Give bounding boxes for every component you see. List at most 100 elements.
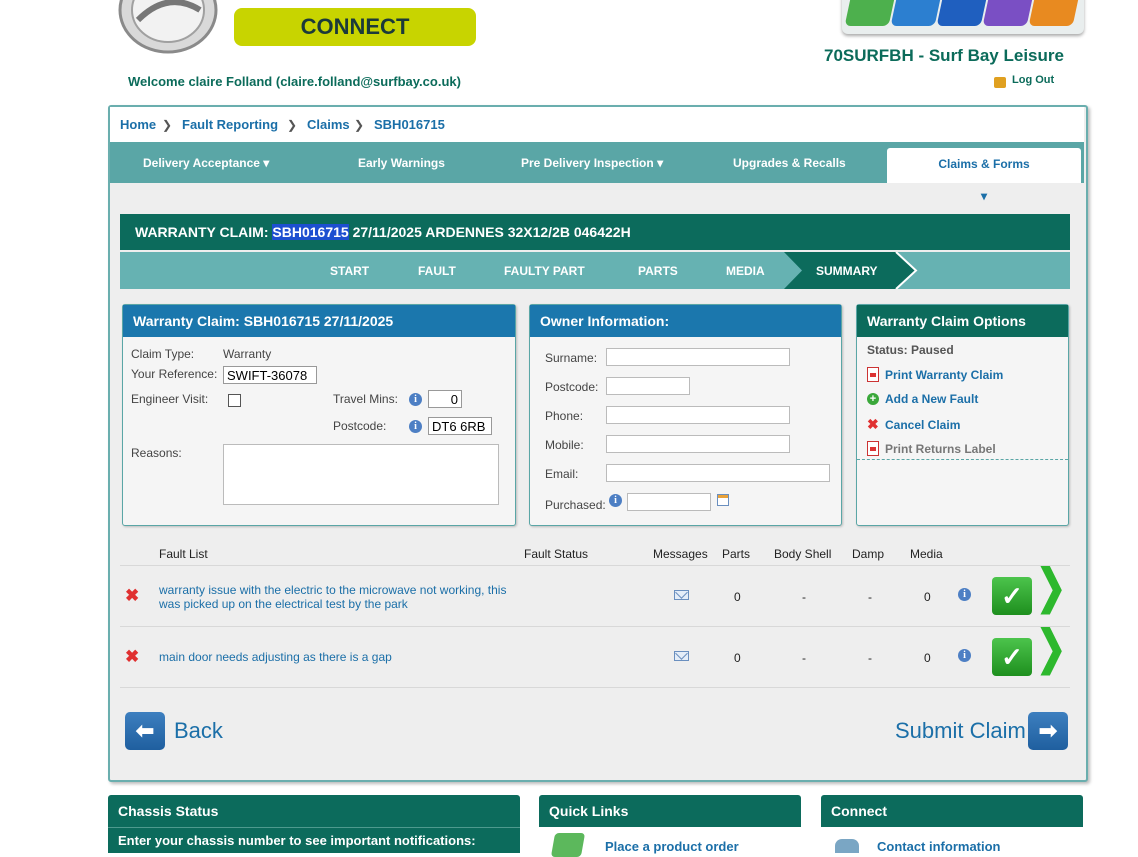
approve-check-button[interactable]: ✓: [992, 638, 1032, 676]
parts-header: Parts: [722, 547, 751, 561]
mail-icon[interactable]: [674, 590, 689, 600]
parts-count: 0: [734, 590, 741, 604]
damp-value: -: [868, 590, 872, 604]
logout-label: Log Out: [1012, 74, 1055, 86]
info-icon[interactable]: i: [609, 494, 622, 507]
breadcrumb-claim-number[interactable]: SBH016715: [374, 117, 445, 132]
surname-label: Surname:: [545, 351, 598, 365]
dealer-name: 70SURFBH - Surf Bay Leisure: [824, 46, 1064, 65]
caret-down-icon: ▾: [657, 156, 664, 170]
nav-upgrades-recalls[interactable]: Upgrades & Recalls: [733, 156, 846, 170]
submit-claim-button[interactable]: Submit Claim: [895, 718, 1026, 744]
reference-input[interactable]: [223, 366, 317, 384]
contact-info-item[interactable]: Contact information: [821, 827, 1083, 857]
travel-mins-input[interactable]: [428, 390, 462, 408]
phone-input[interactable]: [606, 406, 790, 424]
table-row: ✖ warranty issue with the electric to th…: [120, 560, 1070, 627]
caravan-icon[interactable]: [844, 0, 896, 26]
breadcrumb-claims[interactable]: Claims: [307, 117, 350, 132]
truck-icon[interactable]: [936, 0, 988, 26]
options-panel: Warranty Claim Options Status: Paused Pr…: [856, 304, 1069, 526]
nav-pre-delivery-inspection[interactable]: Pre Delivery Inspection ▾: [521, 156, 663, 170]
quick-link-item[interactable]: Place a product order: [539, 827, 801, 857]
contact-info-label: Contact information: [877, 839, 1001, 854]
breadcrumb-home[interactable]: Home: [120, 117, 156, 132]
tools-icon[interactable]: [1028, 0, 1080, 26]
chevron-right-icon[interactable]: ❯: [1036, 560, 1066, 615]
claim-number: SBH016715: [272, 224, 349, 240]
delete-icon[interactable]: ✖: [125, 647, 139, 667]
welcome-text: Welcome claire Folland (claire.folland@s…: [128, 74, 461, 89]
options-panel-title: Warranty Claim Options: [857, 305, 1068, 337]
close-icon: ✖: [867, 416, 879, 432]
step-parts[interactable]: PARTS: [638, 264, 678, 278]
breadcrumb: Home ❯ Fault Reporting ❯ Claims ❯ SBH016…: [110, 107, 1084, 142]
back-arrow-icon[interactable]: ⬅: [125, 712, 165, 750]
calendar-icon[interactable]: [717, 494, 729, 506]
back-button[interactable]: Back: [174, 718, 223, 744]
surname-input[interactable]: [606, 348, 790, 366]
nav-claims-forms[interactable]: Claims & Forms ▾: [887, 148, 1081, 203]
info-icon[interactable]: i: [409, 393, 422, 406]
chevron-right-icon[interactable]: ❯: [1036, 621, 1066, 676]
add-new-fault-link[interactable]: + Add a New Fault: [867, 392, 978, 406]
option-label: Cancel Claim: [885, 417, 961, 432]
step-faulty-part[interactable]: FAULTY PART: [504, 264, 585, 278]
claim-status: Status: Paused: [867, 343, 954, 357]
approve-check-button[interactable]: ✓: [992, 577, 1032, 615]
engineer-visit-checkbox[interactable]: [228, 394, 241, 407]
media-count: 0: [924, 590, 931, 604]
fault-description-link[interactable]: main door needs adjusting as there is a …: [159, 650, 519, 664]
engineer-postcode-input[interactable]: [428, 417, 492, 435]
connect-panel: Connect Contact information: [821, 795, 1083, 857]
step-fault[interactable]: FAULT: [418, 264, 456, 278]
reasons-textarea[interactable]: [223, 444, 499, 505]
nav-early-warnings[interactable]: Early Warnings: [358, 156, 445, 170]
info-icon[interactable]: i: [958, 588, 971, 601]
submit-arrow-icon[interactable]: ➡: [1028, 712, 1068, 750]
print-returns-label-link[interactable]: Print Returns Label: [867, 441, 996, 456]
step-media[interactable]: MEDIA: [726, 264, 765, 278]
connect-brand: CONNECT: [234, 8, 476, 46]
logout-link[interactable]: Log Out: [994, 74, 1055, 88]
caret-down-icon: ▾: [263, 156, 270, 170]
owner-postcode-input[interactable]: [606, 377, 690, 395]
van-icon[interactable]: [890, 0, 942, 26]
breadcrumb-fault-reporting[interactable]: Fault Reporting: [182, 117, 278, 132]
info-icon[interactable]: i: [409, 420, 422, 433]
lock-icon: [994, 76, 1006, 88]
delete-icon[interactable]: ✖: [125, 586, 139, 606]
cancel-claim-link[interactable]: ✖ Cancel Claim: [867, 416, 960, 433]
chevron-right-icon: ❯: [354, 118, 365, 132]
claim-title-prefix: WARRANTY CLAIM:: [135, 224, 269, 240]
nav-delivery-acceptance[interactable]: Delivery Acceptance ▾: [143, 156, 269, 170]
add-icon: +: [867, 393, 879, 405]
email-input[interactable]: [606, 464, 830, 482]
claim-type-label: Claim Type:: [131, 347, 195, 361]
options-divider: [857, 459, 1068, 460]
gear-icon[interactable]: [982, 0, 1034, 26]
engineer-visit-label: Engineer Visit:: [131, 392, 209, 406]
mail-icon[interactable]: [674, 651, 689, 661]
print-warranty-claim-link[interactable]: Print Warranty Claim: [867, 367, 1003, 382]
step-start[interactable]: START: [330, 264, 369, 278]
step-bar: START FAULT FAULTY PART PARTS MEDIA SUMM…: [120, 252, 1070, 289]
people-icon: [835, 839, 859, 853]
claim-type-value: Warranty: [223, 347, 272, 361]
quick-link-label: Place a product order: [605, 839, 739, 854]
fault-description-link[interactable]: warranty issue with the electric to the …: [159, 583, 519, 611]
connect-panel-title: Connect: [821, 795, 1083, 827]
info-icon[interactable]: i: [958, 649, 971, 662]
claim-panel-title: Warranty Claim: SBH016715 27/11/2025: [123, 305, 515, 337]
claim-title: WARRANTY CLAIM: SBH016715 27/11/2025 ARD…: [120, 214, 1070, 250]
purchased-date-input[interactable]: [627, 493, 711, 511]
travel-mins-label: Travel Mins:: [333, 392, 398, 406]
body-shell-value: -: [802, 590, 806, 604]
quick-links-title: Quick Links: [539, 795, 801, 827]
body-shell-header: Body Shell: [774, 547, 832, 561]
step-summary[interactable]: SUMMARY: [816, 264, 878, 278]
mobile-input[interactable]: [606, 435, 790, 453]
media-count: 0: [924, 651, 931, 665]
media-header: Media: [910, 547, 943, 561]
option-label: Print Warranty Claim: [885, 367, 1004, 382]
